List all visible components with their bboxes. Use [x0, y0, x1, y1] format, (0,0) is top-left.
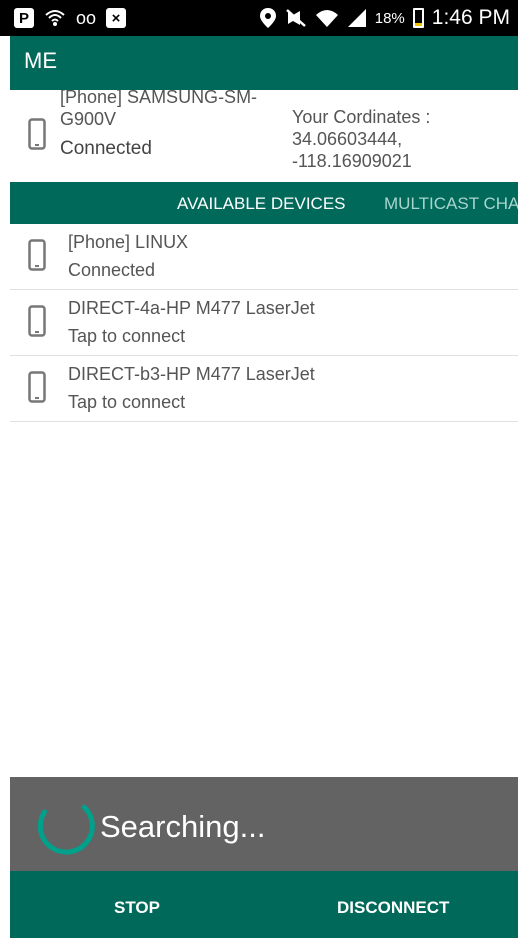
x-glyph: ×: [111, 9, 121, 27]
clock: 1:46 PM: [431, 6, 510, 29]
signal-icon: [347, 9, 366, 27]
app-title: ME: [24, 48, 57, 73]
searching-panel: Searching...: [10, 777, 518, 871]
system-icons: 18% 1:46 PM: [259, 0, 510, 36]
notification-icons: P oo ×: [14, 6, 127, 30]
list-item[interactable]: DIRECT-b3-HP M477 LaserJet Tap to connec…: [10, 356, 518, 422]
battery-level: [414, 23, 422, 26]
latitude: 34.06603444,: [292, 129, 403, 149]
x-box-icon: ×: [106, 8, 127, 28]
app-screen: P oo × 18% 1:46 PM ME [Phone] SAMSUNG-SM…: [0, 0, 518, 938]
device-status: Connected: [68, 260, 156, 280]
voicemail-icon: oo: [76, 8, 97, 28]
mute-icon: [285, 9, 306, 27]
p-glyph: P: [18, 9, 29, 27]
coordinates-label: Your Cordinates :: [292, 107, 431, 127]
searching-text: Searching...: [100, 809, 266, 844]
phone-icon: [28, 118, 46, 150]
phone-icon: [28, 239, 46, 271]
longitude: -118.16909021: [292, 151, 412, 171]
my-device-name: [Phone] SAMSUNG-SM-G900V: [60, 90, 258, 129]
wifi-icon: [315, 10, 338, 27]
device-status: Tap to connect: [68, 326, 186, 346]
coordinates: Your Cordinates : 34.06603444, -118.1690…: [292, 106, 430, 172]
p-box-icon: P: [14, 8, 34, 28]
status-bar: P oo × 18% 1:46 PM: [0, 0, 518, 36]
tab-available-devices[interactable]: AVAILABLE DEVICES: [177, 194, 346, 214]
location-icon: [259, 8, 276, 28]
battery-icon: [412, 8, 424, 28]
device-name: [Phone] LINUX: [68, 232, 189, 252]
phone-icon: [28, 305, 46, 337]
app-bar: ME: [10, 36, 518, 90]
my-device-status: Connected: [60, 138, 152, 159]
device-status: Tap to connect: [68, 392, 186, 412]
battery-percent: 18%: [374, 9, 405, 27]
list-item[interactable]: DIRECT-4a-HP M477 LaserJet Tap to connec…: [10, 290, 518, 356]
list-item[interactable]: [Phone] LINUX Connected: [10, 224, 518, 290]
wifi-call-icon: [45, 10, 65, 26]
tab-bar: AVAILABLE DEVICES MULTICAST CHAT: [10, 182, 518, 224]
my-device-panel[interactable]: [Phone] SAMSUNG-SM-G900V Connected Your …: [10, 90, 518, 182]
phone-icon: [28, 371, 46, 403]
tab-multicast-chat[interactable]: MULTICAST CHAT: [384, 194, 518, 214]
device-list: [Phone] LINUX Connected DIRECT-4a-HP M47…: [10, 224, 518, 422]
stop-button[interactable]: STOP: [114, 898, 160, 918]
disconnect-button[interactable]: DISCONNECT: [337, 898, 449, 918]
device-name: DIRECT-4a-HP M477 LaserJet: [68, 298, 315, 318]
bottom-button-bar: STOP DISCONNECT: [10, 871, 518, 938]
spinner-icon: [37, 804, 95, 855]
device-name: DIRECT-b3-HP M477 LaserJet: [68, 364, 315, 384]
